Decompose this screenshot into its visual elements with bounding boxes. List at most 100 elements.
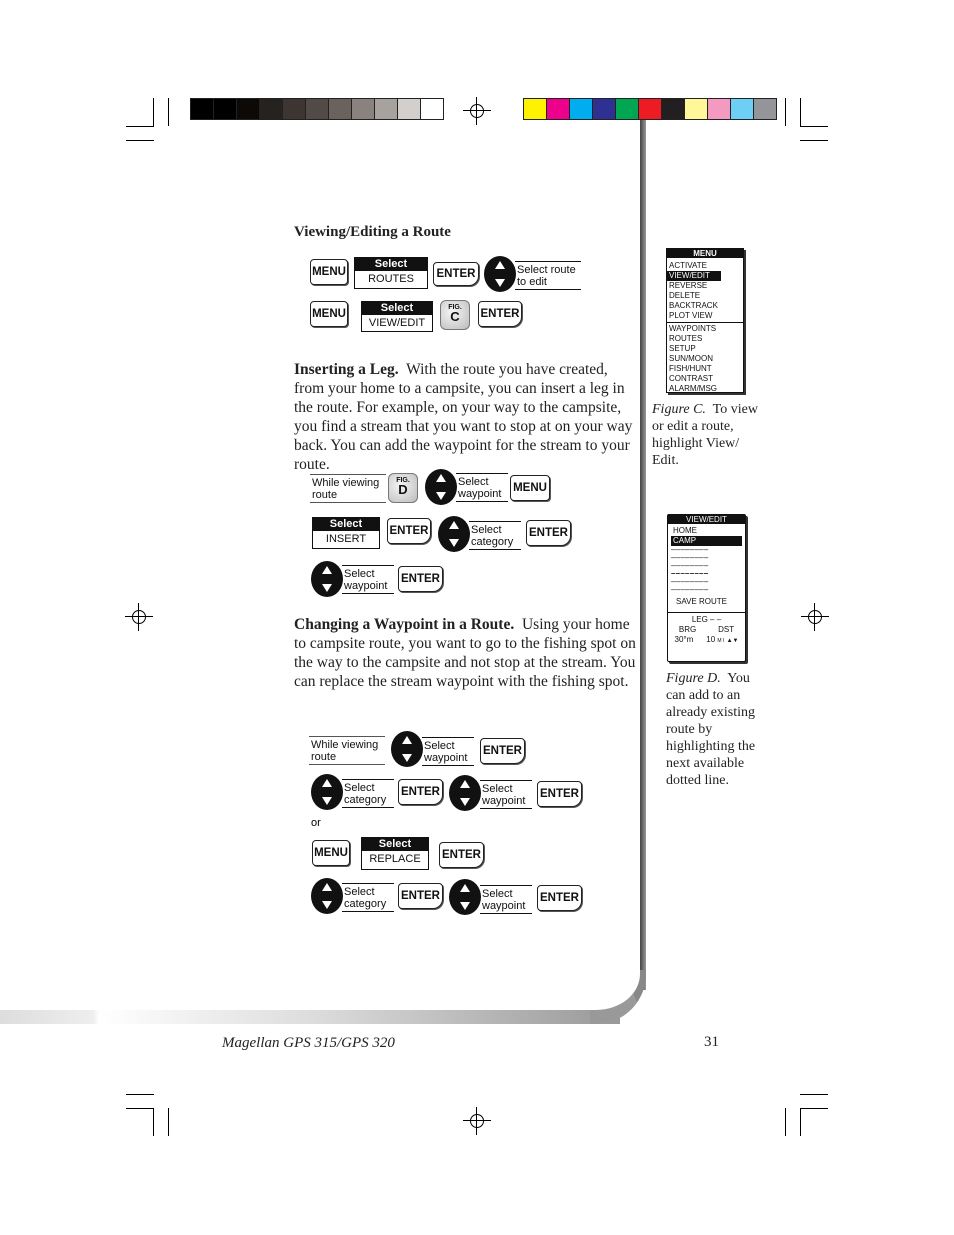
menu-item: DELETE [669,291,701,300]
arrow-keys-icon [449,775,481,811]
menu-key: MENU [312,840,350,866]
menu-key: MENU [510,475,550,501]
crop-mark [168,1108,169,1136]
menu-item: PLOT VIEW [669,311,713,320]
select-replace-box: Select REPLACE [361,837,429,870]
registration-mark [125,603,153,631]
crop-mark [153,98,154,126]
select-value: REPLACE [369,853,421,865]
crop-mark [126,140,154,141]
color-swatch [593,99,616,119]
paragraph-inserting-leg: Inserting a Leg. With the route you have… [294,361,633,473]
figure-c-menu-screen: MENU ACTIVATE VIEW/EDIT REVERSE DELETE BACKT… [666,248,744,393]
save-route-item: SAVE ROUTE [676,597,727,606]
color-bar [523,98,777,120]
crop-mark [800,1108,828,1109]
select-label: Select [355,258,427,271]
color-swatch [306,99,329,119]
arrow-label: Select waypoint [480,780,532,809]
color-swatch [237,99,260,119]
menu-item: SETUP [669,344,696,353]
color-swatch [662,99,685,119]
registration-mark [801,603,829,631]
arrow-label: Select waypoint [342,565,394,594]
menu-item: ACTIVATE [669,261,707,270]
registration-mark [463,97,491,125]
color-swatch [570,99,593,119]
scroll-arrows-icon: ▲▼ [726,638,739,644]
registration-mark [463,1107,491,1135]
enter-key: ENTER [433,262,479,286]
crop-mark [153,1108,154,1136]
color-swatch [616,99,639,119]
crop-mark [800,1108,801,1136]
enter-key: ENTER [387,518,431,544]
arrow-keys-icon [311,878,343,914]
crop-mark [126,126,154,127]
enter-key: ENTER [480,738,525,764]
while-viewing-label: While viewing route [310,474,386,503]
color-swatch [191,99,214,119]
color-swatch [731,99,754,119]
fig-d-key: FIG. D [388,473,418,503]
crop-mark [168,98,169,126]
menu-group-1: ACTIVATE VIEW/EDIT REVERSE DELETE BACKTRACK P… [667,261,743,323]
crop-mark [126,1108,154,1109]
crop-mark [800,126,828,127]
arrow-label: Select category [342,883,394,912]
color-swatch [352,99,375,119]
arrow-keys-icon [311,561,343,597]
or-label: or [311,817,321,829]
color-swatch [375,99,398,119]
menu-item: ALARM/MSG [669,384,718,393]
menu-item: CONTRAST [669,374,713,383]
color-swatch [283,99,306,119]
page-curl [590,970,646,1024]
figure-c-caption: Figure C. To view or edit a route, highl… [652,402,758,468]
enter-key: ENTER [398,779,443,805]
arrow-keys-icon [391,731,423,767]
crop-mark [800,1094,828,1095]
screen-title: MENU [667,249,743,258]
leg-info: LEG – – BRG DST 30°m 10 M I ▲▼ [668,612,745,646]
color-swatch [708,99,731,119]
color-swatch [754,99,776,119]
menu-key: MENU [310,259,348,285]
arrow-keys-icon [449,879,481,915]
footer-title: Magellan GPS 315/GPS 320 [222,1035,395,1051]
figure-d-viewedit-screen: VIEW/EDIT HOME CAMP – – – – – – – – – – – … [667,514,746,662]
figure-d-caption: Figure D. You can add to an already exis… [666,671,756,788]
arrow-keys-icon [425,469,457,505]
empty-leg-line: – – – – – – – – [671,585,708,594]
arrow-label: Select category [469,521,521,550]
color-swatch [260,99,283,119]
empty-legs: – – – – – – – – – – – – – – – – – – – – – … [668,546,745,594]
select-viewedit-box: Select VIEW/EDIT [361,301,433,332]
select-value: INSERT [325,533,367,545]
menu-item: ROUTES [669,334,703,343]
page-number: 31 [704,1034,719,1050]
screen-title: VIEW/EDIT [668,515,745,524]
arrow-label: Select waypoint [456,473,508,502]
enter-key: ENTER [537,885,582,911]
page-edge [640,120,646,990]
enter-key: ENTER [398,566,443,592]
select-routes-box: Select ROUTES [354,257,428,289]
route-item: HOME [673,526,697,535]
arrow-keys-icon [311,774,343,810]
select-label: Select [362,302,432,315]
crop-mark [800,140,828,141]
color-swatch [398,99,421,119]
color-swatch [547,99,570,119]
enter-key: ENTER [526,520,571,546]
enter-key: ENTER [537,781,582,807]
select-value: VIEW/EDIT [368,317,426,329]
route-list: HOME CAMP [668,524,745,546]
color-swatch [639,99,662,119]
enter-key: ENTER [398,883,443,909]
select-insert-box: Select INSERT [312,517,380,549]
section-heading-viewing: Viewing/Editing a Route [294,224,451,240]
menu-item: VIEW/EDIT [667,271,721,281]
arrow-label: Select category [342,779,394,808]
grayscale-bar [190,98,444,120]
